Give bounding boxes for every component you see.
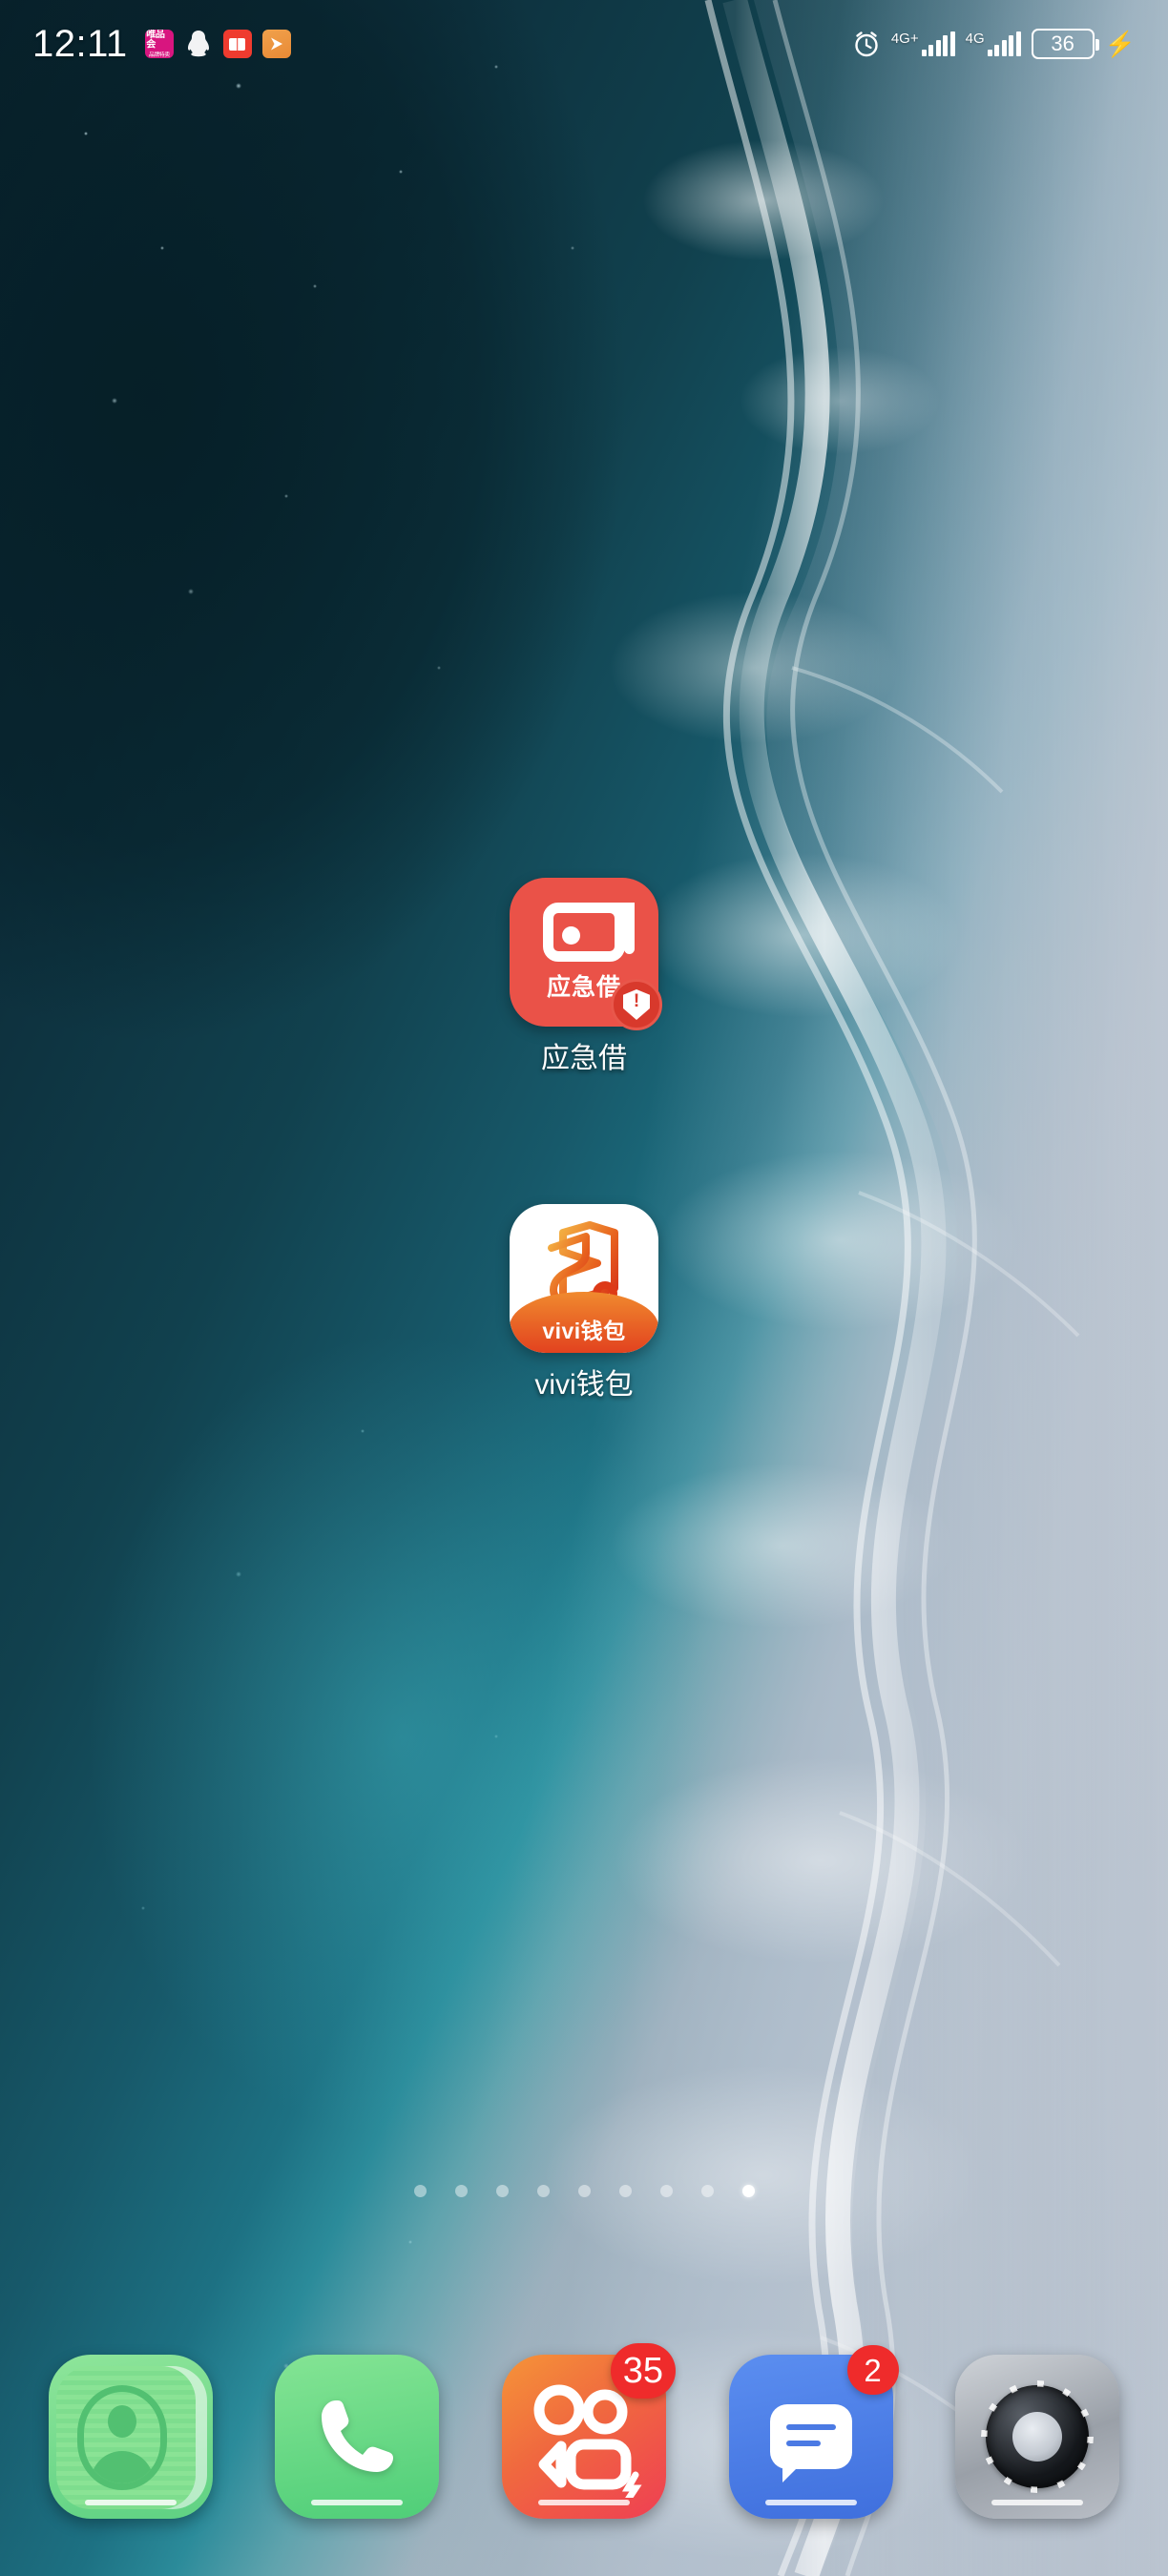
camera-icon[interactable] — [955, 2355, 1120, 2519]
phone-icon[interactable] — [275, 2355, 440, 2519]
app-yingjijie[interactable]: 应急借 应急借 — [493, 878, 675, 1076]
app-yingjijie-warning-badge — [611, 979, 662, 1030]
dock-item-messages[interactable]: 2 — [728, 2345, 899, 2519]
contacts-person-glyph — [76, 2385, 167, 2490]
page-dot-5[interactable] — [577, 2185, 591, 2197]
page-dot-4[interactable] — [536, 2185, 550, 2197]
messages-badge: 2 — [846, 2345, 899, 2395]
sim2-signal-bars — [987, 31, 1021, 56]
sim1-signal-bars — [921, 31, 955, 56]
battery-percent-label: 36 — [1051, 31, 1074, 55]
dock-gesture-hint-camera — [991, 2500, 1084, 2505]
vipshop-icon-line1: 唯品会 — [145, 30, 165, 51]
alarm-clock-icon — [855, 31, 878, 57]
page-indicator[interactable] — [0, 2185, 1168, 2197]
page-dot-3[interactable] — [495, 2185, 509, 2197]
dock-item-contacts[interactable] — [48, 2355, 213, 2519]
book-reader-icon[interactable] — [222, 30, 252, 58]
sim1-signal: 4G+ — [891, 31, 955, 56]
app-vivi-wallet-icon[interactable]: vivi钱包 — [510, 1204, 658, 1353]
app-vivi-wallet-icon-wrap[interactable]: vivi钱包 — [510, 1204, 658, 1353]
status-clock: 12:11 — [32, 23, 128, 65]
app-vivi-wallet-label: vivi钱包 — [534, 1369, 634, 1401]
app-vivi-wallet-icon-text: vivi钱包 — [542, 1319, 626, 1343]
app-vivi-wallet[interactable]: vivi钱包 vivi钱包 — [493, 1204, 675, 1402]
dock-gesture-hint-messages — [764, 2500, 857, 2505]
qq-penguin-glyph — [187, 31, 209, 57]
play-triangle-glyph — [270, 37, 282, 51]
dock-gesture-hint-kuaishou — [537, 2500, 630, 2505]
page-dot-8[interactable] — [700, 2185, 714, 2197]
warning-shield-icon — [623, 989, 650, 1020]
kuaishou-badge: 35 — [610, 2343, 676, 2399]
page-dot-1[interactable] — [413, 2185, 427, 2197]
dock-gesture-hint-contacts — [84, 2500, 177, 2505]
page-dot-2[interactable] — [454, 2185, 468, 2197]
page-dot-7[interactable] — [659, 2185, 673, 2197]
video-play-icon[interactable] — [261, 30, 291, 58]
qq-icon[interactable] — [184, 30, 213, 58]
charging-bolt-icon: ⚡ — [1104, 30, 1136, 58]
contacts-icon[interactable] — [48, 2355, 213, 2519]
dock-item-phone[interactable] — [275, 2355, 440, 2519]
sim1-network-label: 4G+ — [890, 31, 919, 47]
vipshop-icon-line2: 品牌特卖 — [148, 52, 170, 58]
phone-handset-glyph — [322, 2400, 394, 2472]
app-yingjijie-icon-wrap[interactable]: 应急借 — [510, 878, 662, 1030]
camera-lens-ridges — [981, 2380, 1095, 2493]
camera-lens-glyph — [981, 2380, 1095, 2493]
sim2-network-label: 4G — [965, 31, 985, 47]
battery-indicator: 36 — [1031, 29, 1099, 59]
page-dot-9[interactable] — [741, 2185, 755, 2197]
message-bubble-glyph — [769, 2404, 852, 2483]
sim2-signal: 4G — [966, 31, 1021, 56]
dock-item-kuaishou[interactable]: 35 — [501, 2343, 676, 2519]
app-yingjijie-label: 应急借 — [541, 1043, 627, 1074]
page-dot-6[interactable] — [618, 2185, 632, 2197]
status-bar[interactable]: 12:11 唯品会 品牌特卖 4G+ 4G 36 ⚡ — [0, 0, 1168, 88]
app-yingjijie-icon-text: 应急借 — [546, 973, 621, 1001]
dock: 35 2 — [0, 2328, 1168, 2576]
yingjijie-logo-glyph — [543, 902, 635, 962]
dock-gesture-hint-phone — [311, 2500, 404, 2505]
status-bar-left: 12:11 唯品会 品牌特卖 — [32, 25, 291, 63]
book-pages-glyph — [229, 37, 246, 51]
home-screen: 12:11 唯品会 品牌特卖 4G+ 4G 36 ⚡ 应急借 ! 应急借 viv… — [0, 0, 1168, 2576]
status-bar-right: 4G+ 4G 36 ⚡ — [852, 29, 1136, 59]
notification-icons[interactable]: 唯品会 品牌特卖 — [144, 30, 291, 58]
vipshop-icon[interactable]: 唯品会 品牌特卖 — [144, 30, 174, 58]
dock-item-camera[interactable] — [955, 2355, 1120, 2519]
